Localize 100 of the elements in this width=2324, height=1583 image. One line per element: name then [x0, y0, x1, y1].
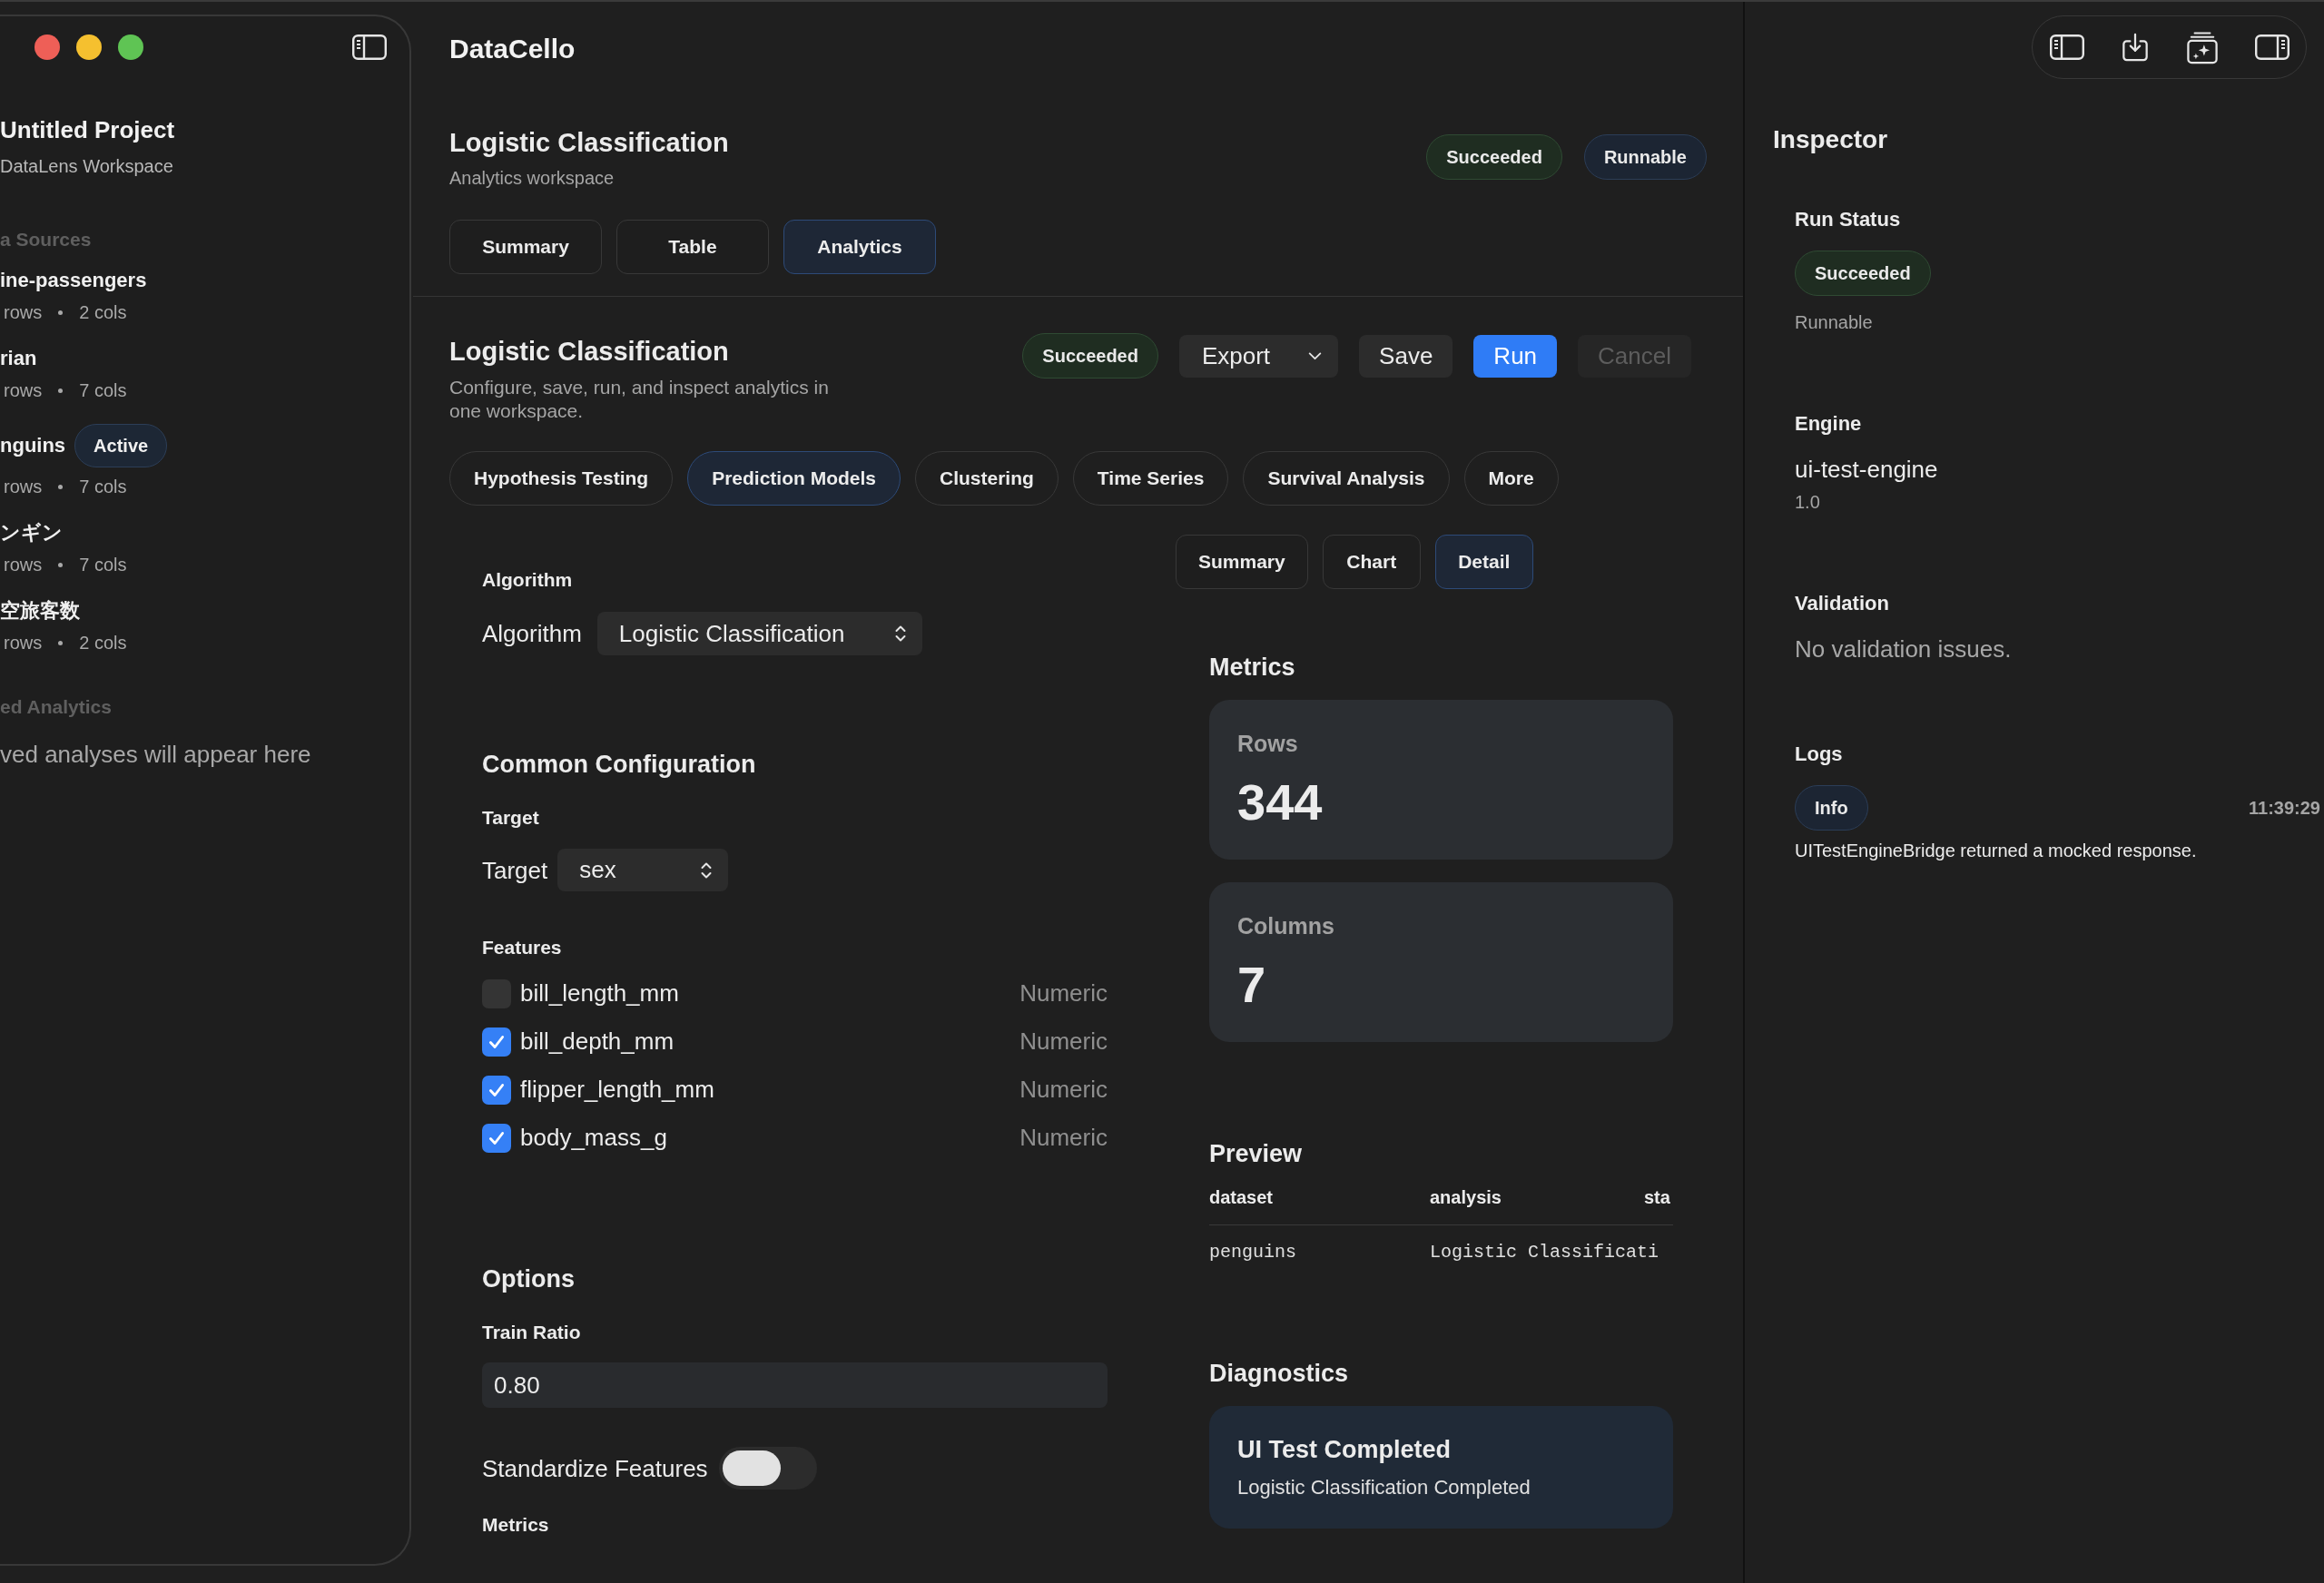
- view-tab[interactable]: Summary: [1176, 535, 1308, 589]
- algorithm-select[interactable]: Logistic Classification: [596, 612, 922, 655]
- train-ratio-input[interactable]: 0.80: [482, 1362, 1108, 1408]
- column-count: 7 cols: [79, 476, 127, 498]
- engine-name: ui-test-engine: [1795, 455, 1939, 484]
- target-select[interactable]: sex: [557, 849, 729, 891]
- source-name[interactable]: nguins: [0, 433, 66, 458]
- section-heading: Run Status: [1795, 207, 1902, 232]
- feature-name: bill_length_mm: [520, 979, 679, 1008]
- field-heading: Metrics: [482, 1513, 550, 1537]
- project-subtitle: DataLens Workspace: [0, 155, 174, 178]
- field-label: Target: [482, 855, 548, 885]
- status-badge: Succeeded: [1426, 134, 1562, 180]
- metric-label: Rows: [1237, 730, 1299, 757]
- separator-dot-icon: [58, 640, 64, 645]
- left-panel-icon[interactable]: [352, 34, 387, 60]
- section-heading: Logs: [1795, 742, 1844, 767]
- metric-label: Columns: [1237, 912, 1335, 939]
- tab[interactable]: Summary: [449, 220, 602, 274]
- diagnostic-message: Logistic Classification Completed: [1237, 1475, 1531, 1500]
- minimize-icon[interactable]: [76, 34, 102, 60]
- separator-dot-icon: [58, 562, 64, 567]
- maximize-icon[interactable]: [118, 34, 143, 60]
- section-heading: Diagnostics: [1209, 1359, 1350, 1388]
- toggle-switch[interactable]: [718, 1447, 817, 1490]
- active-badge: Active: [74, 424, 168, 467]
- status-note: Runnable: [1795, 311, 1874, 333]
- row-count: rows: [4, 554, 43, 576]
- section-heading: ed Analytics: [0, 695, 113, 719]
- field-heading: Algorithm: [482, 568, 574, 592]
- view-tab[interactable]: Detail: [1434, 535, 1533, 589]
- feature-name: flipper_length_mm: [520, 1076, 714, 1104]
- source-name[interactable]: ine-passengers: [0, 268, 147, 293]
- status-badge: Succeeded: [1795, 251, 1931, 296]
- column-header: dataset: [1209, 1186, 1275, 1208]
- row-count: rows: [4, 379, 43, 402]
- page-subtitle: Analytics workspace: [449, 167, 615, 189]
- field-heading: Features: [482, 936, 563, 959]
- right-panel-icon[interactable]: [2255, 34, 2290, 60]
- separator-dot-icon: [58, 388, 64, 393]
- feature-type: Numeric: [1019, 1076, 1108, 1104]
- column-count: 2 cols: [79, 632, 127, 654]
- category-tab[interactable]: Prediction Models: [687, 451, 901, 506]
- feature-type: Numeric: [1019, 1027, 1108, 1056]
- field-label: Standardize Features: [482, 1453, 708, 1483]
- checkbox[interactable]: [482, 1075, 511, 1105]
- source-name[interactable]: rian: [0, 346, 37, 371]
- action-button[interactable]: Save: [1359, 334, 1453, 378]
- status-badge: Runnable: [1583, 134, 1707, 180]
- separator-dot-icon: [58, 310, 64, 315]
- page-title: Logistic Classification: [449, 127, 729, 159]
- chevron-down-icon: [1308, 351, 1323, 360]
- checkbox[interactable]: [482, 1027, 511, 1057]
- feature-name: body_mass_g: [520, 1124, 667, 1152]
- column-count: 7 cols: [79, 379, 127, 402]
- category-tab[interactable]: Clustering: [915, 451, 1059, 506]
- feature-name: bill_depth_mm: [520, 1027, 675, 1056]
- download-icon[interactable]: [2122, 33, 2150, 62]
- project-title: Untitled Project: [0, 115, 176, 144]
- section-heading: Metrics: [1209, 653, 1296, 682]
- source-name[interactable]: ンギン: [0, 520, 63, 546]
- app-title: DataCello: [449, 33, 576, 65]
- field-heading: Target: [482, 806, 540, 830]
- category-tab[interactable]: Time Series: [1072, 451, 1229, 506]
- view-tab[interactable]: Chart: [1322, 535, 1421, 589]
- table-cell-text: penguins: [1209, 1242, 1297, 1263]
- checkbox[interactable]: [482, 1123, 511, 1153]
- empty-message: ved analyses will appear here: [0, 740, 312, 769]
- separator-dot-icon: [58, 484, 64, 489]
- sparkle-stack-icon[interactable]: [2186, 30, 2218, 64]
- feature-type: Numeric: [1019, 979, 1108, 1008]
- category-tab[interactable]: More: [1463, 451, 1559, 506]
- category-tab[interactable]: Survival Analysis: [1243, 451, 1450, 506]
- column-header: sta: [1644, 1186, 1671, 1208]
- action-button[interactable]: Run: [1473, 334, 1558, 378]
- section-heading: Preview: [1209, 1139, 1304, 1168]
- column-header: analysis: [1430, 1186, 1502, 1208]
- log-level-badge: Info: [1795, 785, 1868, 831]
- source-name[interactable]: 空旅客数: [0, 598, 80, 624]
- log-time: 11:39:29: [2249, 797, 2320, 819]
- section-heading: Validation: [1795, 591, 1890, 616]
- table-cell-text: Logistic Classificati: [1430, 1242, 1660, 1263]
- tab[interactable]: Analytics: [783, 220, 936, 274]
- column-count: 2 cols: [79, 301, 127, 324]
- tab[interactable]: Table: [616, 220, 769, 274]
- close-icon[interactable]: [34, 34, 60, 60]
- diagnostic-title: UI Test Completed: [1237, 1435, 1452, 1464]
- row-count: rows: [4, 476, 43, 498]
- validation-message: No validation issues.: [1795, 634, 2013, 664]
- metric-value: 7: [1237, 956, 1267, 1014]
- analysis-description: Configure, save, run, and inspect analytics in one workspace.: [449, 376, 830, 423]
- left-panel-icon[interactable]: [2050, 34, 2084, 60]
- section-heading: Engine: [1795, 411, 1863, 437]
- analysis-title: Logistic Classification: [449, 336, 730, 368]
- category-tab[interactable]: Hypothesis Testing: [449, 451, 674, 506]
- section-heading: Common Configuration: [482, 750, 757, 779]
- export-menu-button[interactable]: Export: [1178, 334, 1339, 378]
- section-heading: Options: [482, 1264, 576, 1293]
- feature-type: Numeric: [1019, 1124, 1108, 1152]
- field-heading: Train Ratio: [482, 1321, 582, 1344]
